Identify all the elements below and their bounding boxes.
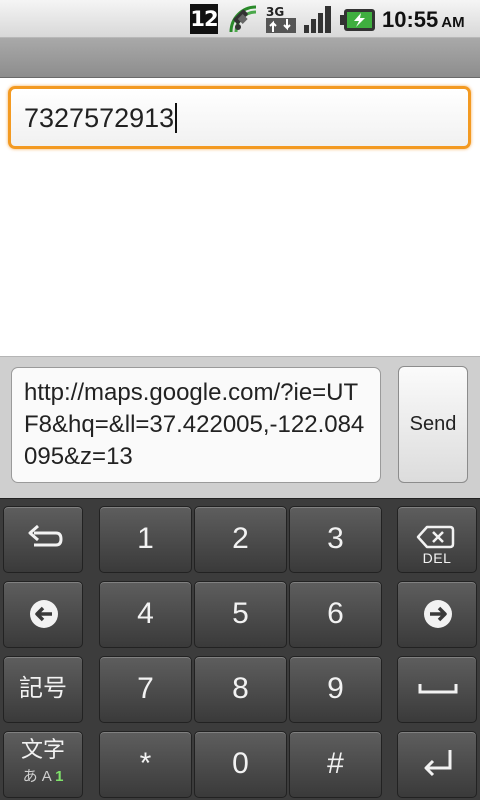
delete-key[interactable]: DEL	[397, 506, 477, 573]
battery-charging-icon	[340, 9, 375, 31]
gps-satellite-icon	[229, 5, 257, 33]
recipient-input[interactable]: 7327572913	[8, 86, 471, 149]
arrow-right-circle-icon	[424, 600, 452, 628]
key-9[interactable]: 9	[289, 656, 382, 723]
title-bar	[0, 38, 480, 78]
delete-label: DEL	[422, 550, 452, 566]
input-mode-label: 文字	[20, 737, 65, 762]
clock-time: 10:55	[382, 7, 439, 32]
undo-arrow-icon	[28, 524, 63, 547]
network-type-text: 3G	[266, 5, 284, 19]
enter-icon	[424, 750, 452, 777]
arrow-left-circle-icon	[30, 600, 58, 628]
numeric-keyboard: 1 2 3 DEL 4 5 6 記号 7 8 9 文字 あ A 1 * 0 #	[0, 498, 480, 800]
input-mode-number: 1	[55, 768, 64, 785]
input-mode-key[interactable]: 文字 あ A 1	[3, 731, 83, 798]
undo-key[interactable]	[3, 506, 83, 573]
key-4[interactable]: 4	[99, 581, 192, 648]
notification-count-badge[interactable]: 12	[190, 4, 219, 34]
send-button[interactable]: Send	[398, 366, 468, 483]
input-mode-kana: あ A	[22, 768, 56, 785]
key-1[interactable]: 1	[99, 506, 192, 573]
key-7[interactable]: 7	[99, 656, 192, 723]
cursor-left-key[interactable]	[3, 581, 83, 648]
space-bar-icon	[418, 684, 458, 694]
symbols-key[interactable]: 記号	[3, 656, 83, 723]
sms-compose-screen: 12 3G 10:55 AM 7327572913 http://maps.go…	[0, 0, 480, 800]
key-6[interactable]: 6	[289, 581, 382, 648]
enter-key[interactable]	[397, 731, 477, 798]
3g-data-icon: 3G	[266, 5, 296, 33]
key-5[interactable]: 5	[194, 581, 287, 648]
key-2[interactable]: 2	[194, 506, 287, 573]
input-mode-indicator: あ A 1	[4, 768, 82, 786]
space-key[interactable]	[397, 656, 477, 723]
message-input[interactable]: http://maps.google.com/?ie=UTF8&hq=&ll=3…	[11, 367, 381, 483]
text-cursor	[175, 102, 178, 133]
clock-ampm: AM	[441, 14, 465, 31]
key-3[interactable]: 3	[289, 506, 382, 573]
key-0[interactable]: 0	[194, 731, 287, 798]
compose-panel: http://maps.google.com/?ie=UTF8&hq=&ll=3…	[0, 356, 480, 498]
key-hash[interactable]: #	[289, 731, 382, 798]
status-bar: 12 3G 10:55 AM	[0, 0, 480, 38]
signal-strength-icon	[304, 6, 331, 33]
symbols-label: 記号	[19, 675, 67, 702]
recipient-value: 7327572913	[24, 103, 175, 133]
cursor-right-key[interactable]	[397, 581, 477, 648]
key-star[interactable]: *	[99, 731, 192, 798]
status-clock: 10:55 AM	[382, 0, 465, 38]
key-8[interactable]: 8	[194, 656, 287, 723]
